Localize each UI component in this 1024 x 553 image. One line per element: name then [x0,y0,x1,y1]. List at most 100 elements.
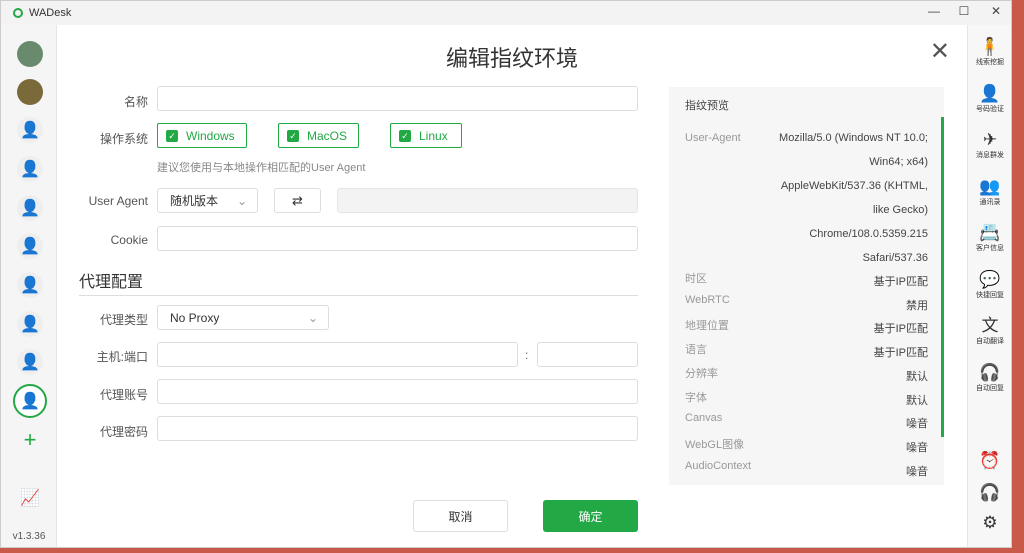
avatar[interactable] [17,79,43,105]
sidebar-item-label: 通讯录 [979,198,1001,206]
os-windows-checkbox[interactable]: ✓ Windows [157,123,247,148]
confirm-button[interactable]: 确定 [543,500,638,532]
preview-row: 字体 默认 [685,389,928,413]
proxy-type-label: 代理类型 [99,313,148,327]
edit-fingerprint-dialog: 编辑指纹环境 ✕ 名称 操作系统 ✓ Windows ✓ MacOS ✓ Linux … [58,25,966,547]
user-icon[interactable]: 👤 [17,117,43,143]
host-input[interactable] [157,342,518,367]
alarm-icon[interactable]: ⏰ [968,451,1012,471]
contacts-icon: 👥 [979,176,1001,196]
port-input[interactable] [537,342,638,367]
monitor-icon[interactable]: 📈 [17,485,43,511]
sidebar-item-number-verify[interactable]: 👤 号码验证 [968,84,1012,114]
preview-row-user-agent: User-Agent Mozilla/5.0 (Windows NT 10.0;… [685,126,928,270]
app-title: WADesk [29,7,72,19]
preview-row: Canvas 噪音 [685,412,928,436]
cookie-textarea[interactable] [157,226,638,251]
preview-row: WebGL图像 噪音 [685,436,928,460]
os-linux-label: Linux [419,128,448,143]
user-icon[interactable]: 👤 [17,233,43,259]
preview-value: 默认 [906,370,928,383]
preview-row: AudioContext 噪音 [685,460,928,484]
user-icon[interactable]: 👤 [17,349,43,375]
add-icon[interactable]: + [17,427,43,453]
name-input[interactable] [157,86,638,111]
close-icon[interactable]: ✕ [930,37,950,66]
ua-line: Chrome/108.0.5359.215 [809,228,928,240]
sidebar-item-label: 自动翻译 [976,338,1004,345]
preview-value: 禁用 [906,299,928,312]
preview-key: 地理位置 [685,320,729,333]
os-macos-label: MacOS [307,128,348,143]
ua-line: Mozilla/5.0 (Windows NT 10.0; [779,132,928,144]
sidebar-item-label: 快捷回复 [976,291,1004,299]
user-icon-active[interactable]: 👤 [13,384,47,418]
shuffle-button[interactable]: ⇄ [274,188,321,213]
ua-line: Safari/537.36 [862,252,928,264]
user-icon[interactable]: 👤 [17,195,43,221]
auto-translate-icon: 文 [981,316,999,335]
os-linux-checkbox[interactable]: ✓ Linux [390,123,462,148]
sidebar-item-label: 线索挖掘 [976,59,1004,66]
proxy-type-select[interactable]: No Proxy ⌄ [157,305,329,330]
preview-key: User-Agent [685,132,741,144]
preview-key: Canvas [685,412,723,425]
user-icon[interactable]: 👤 [17,156,43,182]
bulk-message-icon: ✈ [982,130,998,149]
chevron-down-icon: ⌄ [307,310,318,325]
proxy-password-input[interactable] [157,416,638,441]
proxy-type-value: No Proxy [170,310,220,325]
avatar[interactable] [17,41,43,67]
customer-info-icon: 📇 [979,223,1001,242]
sidebar-item-auto-reply[interactable]: 🎧 自动回复 [968,363,1012,393]
os-hint: 建议您使用与本地操作相匹配的User Agent [157,162,366,174]
preview-value: 噪音 [906,441,928,454]
preview-row: WebRTC 禁用 [685,294,928,318]
preview-value: 噪音 [906,465,928,478]
preview-key: 字体 [685,391,707,404]
cancel-button[interactable]: 取消 [413,500,508,532]
preview-row: 时区 基于IP匹配 [685,270,928,294]
sidebar-item-bulk-message[interactable]: ✈ 消息群发 [968,130,1012,160]
app-window: WADesk — ☐ ✕ 👤 👤 👤 👤 👤 👤 👤 👤 + 📈 v1.3.36… [0,0,1012,548]
preview-key: AudioContext [685,459,752,472]
proxy-account-label: 代理账号 [99,388,148,402]
close-window-button[interactable]: ✕ [981,4,1011,18]
headset-icon[interactable]: 🎧 [968,483,1012,503]
preview-value: 噪音 [906,418,928,431]
ua-version-select[interactable]: 随机版本 ⌄ [157,188,258,213]
sidebar-item-lead-mining[interactable]: 🧍 线索挖掘 [968,37,1012,67]
proxy-account-input[interactable] [157,379,638,404]
sidebar-item-auto-translate[interactable]: 文自动翻译 [968,316,1012,346]
check-icon: ✓ [287,129,299,142]
preview-value: 基于IP匹配 [873,276,928,288]
quick-reply-icon: 💬 [979,269,1001,289]
sidebar-item-label: 消息群发 [976,152,1004,159]
sidebar-item-label: 号码验证 [976,105,1004,113]
preview-row: 地理位置 基于IP匹配 [685,317,928,341]
preview-title: 指纹预览 [685,100,729,112]
user-icon[interactable]: 👤 [17,272,43,298]
scrollbar[interactable] [941,117,944,437]
preview-value: 默认 [906,394,928,407]
user-agent-input[interactable] [337,188,638,213]
ua-line: AppleWebKit/537.36 (KHTML, [780,180,928,192]
lead-mining-icon: 🧍 [979,37,1001,56]
preview-key: 分辨率 [685,367,718,380]
chevron-down-icon: ⌄ [236,193,247,208]
preview-key: WebRTC [685,293,730,306]
gear-icon[interactable]: ⚙ [968,513,1012,533]
proxy-password-label: 代理密码 [99,425,148,439]
sidebar-item-quick-reply[interactable]: 💬 快捷回复 [968,270,1012,300]
title-bar: WADesk — ☐ ✕ [1,1,1011,25]
check-icon: ✓ [166,129,178,142]
preview-key: 时区 [685,273,707,285]
minimize-button[interactable]: — [919,4,949,18]
number-verify-icon: 👤 [979,83,1001,103]
maximize-button[interactable]: ☐ [949,4,979,18]
sidebar-item-customer-info[interactable]: 📇 客户信息 [968,223,1012,253]
os-macos-checkbox[interactable]: ✓ MacOS [278,123,359,148]
sidebar-item-contacts[interactable]: 👥 通讯录 [968,177,1012,207]
preview-row: 语言 基于IP匹配 [685,341,928,365]
user-icon[interactable]: 👤 [17,311,43,337]
